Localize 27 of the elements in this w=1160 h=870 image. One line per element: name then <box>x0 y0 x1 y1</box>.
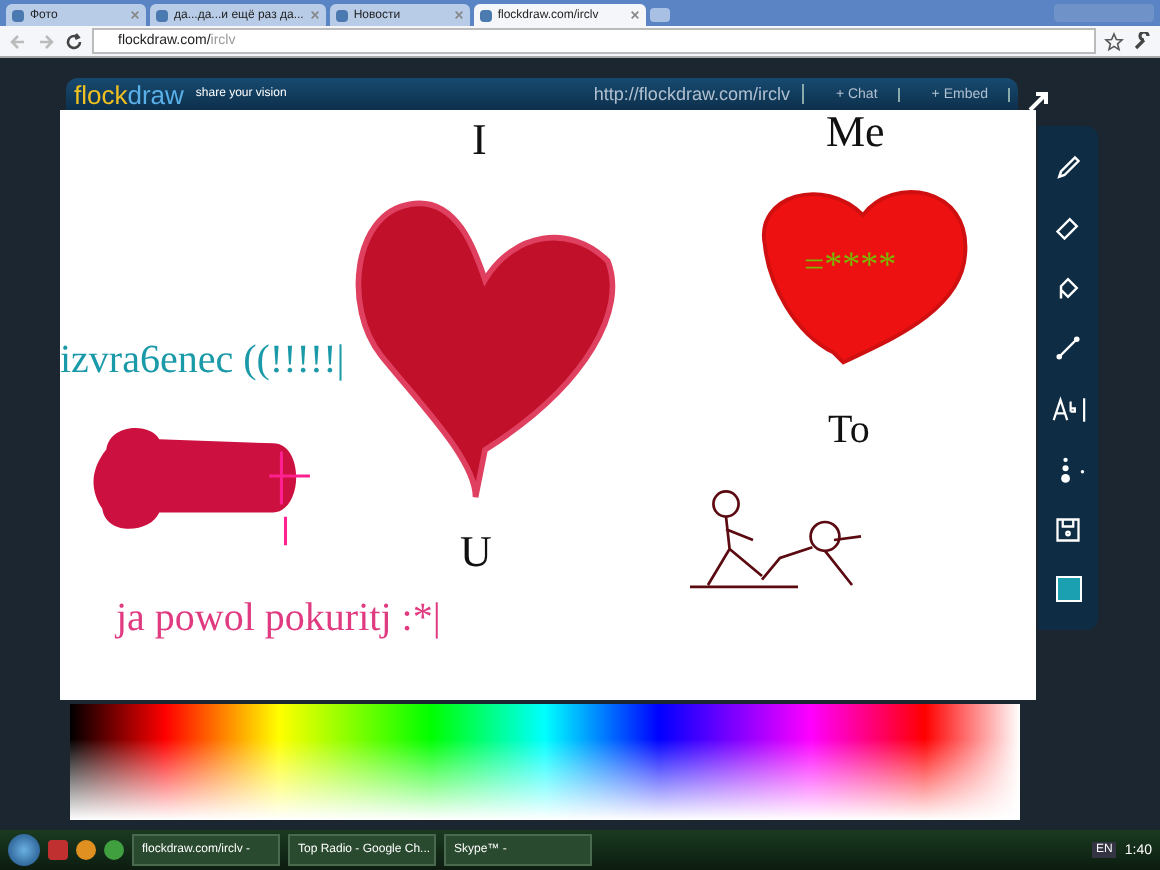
pencil-icon[interactable] <box>1054 154 1082 183</box>
favicon-icon <box>335 9 348 21</box>
color-palette[interactable] <box>70 704 1020 820</box>
canvas-text: izvra6enec ((!!!!!| <box>60 340 345 380</box>
canvas-text: I <box>472 118 487 162</box>
wrench-icon[interactable] <box>1132 31 1152 51</box>
drawing-canvas[interactable]: I Me izvra6enec ((!!!!!| =**** To U ja powol pokuritj :*| <box>60 110 1036 700</box>
canvas-text: ja powol pokuritj :*| <box>116 598 441 638</box>
save-icon[interactable] <box>1054 515 1082 544</box>
favicon-icon <box>479 9 492 21</box>
color-swatch[interactable] <box>1055 575 1081 602</box>
logo: flockdraw <box>74 79 184 109</box>
canvas-text: =**** <box>804 246 897 282</box>
expand-icon[interactable] <box>1026 90 1050 114</box>
room-url: http://flockdraw.com/irclv <box>593 84 804 104</box>
paint-bucket-icon[interactable] <box>1054 274 1082 303</box>
close-icon[interactable] <box>629 10 640 20</box>
start-button[interactable] <box>8 834 40 866</box>
star-icon[interactable] <box>1104 31 1124 51</box>
eraser-icon[interactable] <box>1054 214 1082 243</box>
favicon-icon <box>156 9 168 21</box>
reload-icon[interactable] <box>64 31 84 51</box>
canvas-text: Me <box>826 110 885 154</box>
line-tool-icon[interactable] <box>1054 334 1082 363</box>
favicon-icon <box>12 9 24 21</box>
canvas-text: To <box>828 410 870 450</box>
canvas-text: U <box>460 530 492 574</box>
